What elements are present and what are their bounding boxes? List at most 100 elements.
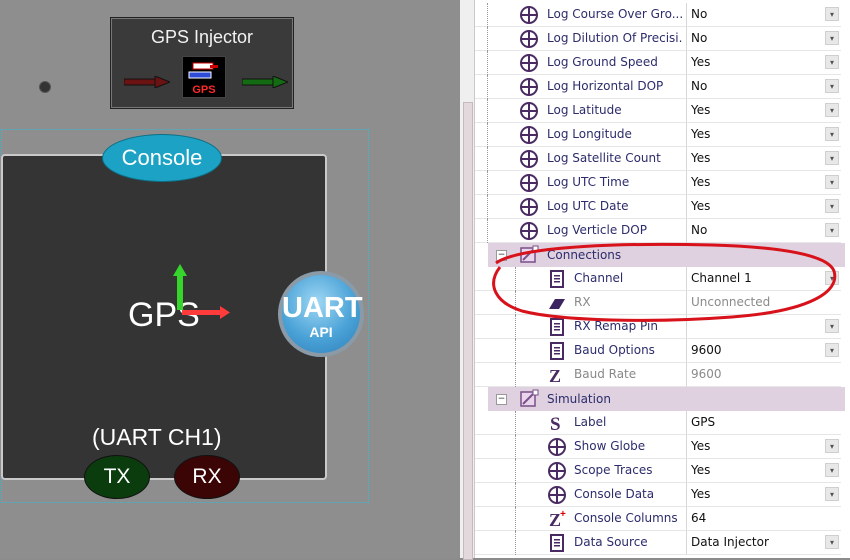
gps-injector-block[interactable]: GPS Injector GPS — [110, 17, 294, 109]
expand-plus-icon — [547, 461, 567, 481]
expand-plus-icon — [519, 221, 539, 241]
svg-text:+: + — [560, 509, 566, 520]
property-row-simulation[interactable]: Console Data Yes ▾ — [475, 483, 845, 507]
dropdown-arrow-icon[interactable]: ▾ — [825, 439, 839, 453]
property-value-cell[interactable]: 9600 ▾ — [686, 339, 841, 363]
expand-plus-icon — [519, 77, 539, 97]
property-row-simulation[interactable]: Show Globe Yes ▾ — [475, 435, 845, 459]
dropdown-arrow-icon[interactable]: ▾ — [825, 151, 839, 165]
dropdown-arrow-icon[interactable]: ▾ — [825, 103, 839, 117]
property-row-log[interactable]: Log UTC Date Yes ▾ — [475, 195, 845, 219]
dropdown-arrow-icon[interactable]: ▾ — [825, 199, 839, 213]
uart-api-port[interactable]: UART API — [278, 271, 364, 357]
svg-text:Z: Z — [549, 366, 561, 385]
dropdown-arrow-icon[interactable]: ▾ — [825, 31, 839, 45]
dropdown-arrow-icon[interactable]: ▾ — [825, 487, 839, 501]
property-row-connection[interactable]: Z Baud Rate 9600 — [475, 363, 845, 387]
dropdown-arrow-icon[interactable]: ▾ — [825, 7, 839, 21]
console-port[interactable]: Console — [102, 134, 222, 182]
property-row-connection[interactable]: Baud Options 9600 ▾ — [475, 339, 845, 363]
property-row-log[interactable]: Log Verticle DOP No ▾ — [475, 219, 845, 243]
document-icon — [547, 341, 567, 361]
property-value-cell[interactable]: 9600 — [686, 363, 841, 387]
dropdown-arrow-icon[interactable]: ▾ — [825, 223, 839, 237]
tree-line — [515, 339, 536, 363]
injector-title: GPS Injector — [150, 27, 254, 47]
property-value-cell[interactable]: GPS — [686, 411, 841, 435]
tree-line — [487, 195, 508, 219]
property-row-log[interactable]: Log Longitude Yes ▾ — [475, 123, 845, 147]
property-row-log[interactable]: Log Horizontal DOP No ▾ — [475, 75, 845, 99]
property-label: Label — [574, 415, 607, 429]
z-value-edit-icon: Z + — [547, 509, 567, 530]
tree-line — [487, 75, 508, 99]
property-value-cell[interactable]: No ▾ — [686, 27, 841, 51]
rx-pin[interactable]: RX — [174, 455, 240, 499]
property-value: Yes — [691, 103, 711, 117]
tx-pin[interactable]: TX — [84, 455, 150, 499]
dropdown-arrow-icon[interactable]: ▾ — [825, 79, 839, 93]
tree-line — [487, 99, 508, 123]
property-value-cell[interactable]: Yes ▾ — [686, 51, 841, 75]
scrollbar-thumb[interactable] — [463, 102, 473, 560]
property-value: Yes — [691, 127, 711, 141]
property-row-log[interactable]: Log UTC Time Yes ▾ — [475, 171, 845, 195]
property-value-cell[interactable]: Yes ▾ — [686, 147, 841, 171]
property-value: Yes — [691, 439, 711, 453]
property-value-cell[interactable]: Yes ▾ — [686, 99, 841, 123]
property-value-cell[interactable]: 64 — [686, 507, 841, 531]
dropdown-arrow-icon[interactable]: ▾ — [825, 55, 839, 69]
expand-plus-icon — [519, 29, 539, 49]
property-row-simulation[interactable]: S Label GPS — [475, 411, 845, 435]
property-label: Log UTC Time — [547, 175, 630, 189]
property-value: 9600 — [691, 343, 722, 357]
property-value-cell[interactable]: Yes ▾ — [686, 123, 841, 147]
property-label: Log Ground Speed — [547, 55, 658, 69]
property-row-log[interactable]: Log Latitude Yes ▾ — [475, 99, 845, 123]
property-value-cell[interactable]: Yes ▾ — [686, 483, 841, 507]
dropdown-arrow-icon[interactable]: ▾ — [825, 175, 839, 189]
property-row-simulation[interactable]: Z + Console Columns 64 — [475, 507, 845, 531]
category-simulation[interactable]: − Simulation — [488, 387, 845, 411]
property-value-cell[interactable]: No ▾ — [686, 75, 841, 99]
uart-channel-label: (UART CH1) — [92, 424, 222, 450]
design-canvas[interactable]: GPS Injector GPS GPS Console UART API (U… — [0, 0, 460, 558]
connection-dot[interactable] — [39, 81, 51, 93]
property-row-log[interactable]: Log Dilution Of Precisi... No ▾ — [475, 27, 845, 51]
panel-scrollbar[interactable] — [460, 0, 475, 560]
svg-text:S: S — [550, 414, 561, 433]
property-value-cell[interactable]: Yes ▾ — [686, 195, 841, 219]
z-value-icon: Z — [547, 365, 567, 386]
property-label: Log Dilution Of Precisi... — [547, 31, 683, 45]
property-value-cell[interactable]: Yes ▾ — [686, 435, 841, 459]
collapse-toggle-icon[interactable]: − — [496, 394, 507, 405]
dropdown-arrow-icon[interactable]: ▾ — [825, 463, 839, 477]
property-label: Scope Traces — [574, 463, 653, 477]
tree-line — [487, 3, 508, 27]
move-gizmo-icon[interactable] — [170, 262, 232, 322]
document-icon — [547, 533, 567, 553]
expand-plus-icon — [519, 197, 539, 217]
tree-line — [515, 507, 536, 531]
property-row-log[interactable]: Log Ground Speed Yes ▾ — [475, 51, 845, 75]
tree-line — [487, 147, 508, 171]
tree-line — [487, 219, 508, 243]
dropdown-arrow-icon[interactable]: ▾ — [825, 343, 839, 357]
property-value-cell[interactable]: Yes ▾ — [686, 459, 841, 483]
property-value: 64 — [691, 511, 707, 525]
dropdown-arrow-icon[interactable]: ▾ — [825, 535, 839, 549]
output-arrow-icon — [242, 76, 288, 88]
property-value: Data Injector — [691, 535, 769, 549]
property-value-cell[interactable]: No ▾ — [686, 219, 841, 243]
property-row-log[interactable]: Log Course Over Gro... No ▾ — [475, 3, 845, 27]
property-value-cell[interactable]: Data Injector ▾ — [686, 531, 841, 555]
property-row-simulation[interactable]: Data Source Data Injector ▾ — [475, 531, 845, 555]
property-row-log[interactable]: Log Satellite Count Yes ▾ — [475, 147, 845, 171]
property-label: Console Columns — [574, 511, 678, 525]
property-row-simulation[interactable]: Scope Traces Yes ▾ — [475, 459, 845, 483]
property-value: Yes — [691, 199, 711, 213]
expand-plus-icon — [519, 53, 539, 73]
property-value-cell[interactable]: No ▾ — [686, 3, 841, 27]
dropdown-arrow-icon[interactable]: ▾ — [825, 127, 839, 141]
property-value-cell[interactable]: Yes ▾ — [686, 171, 841, 195]
